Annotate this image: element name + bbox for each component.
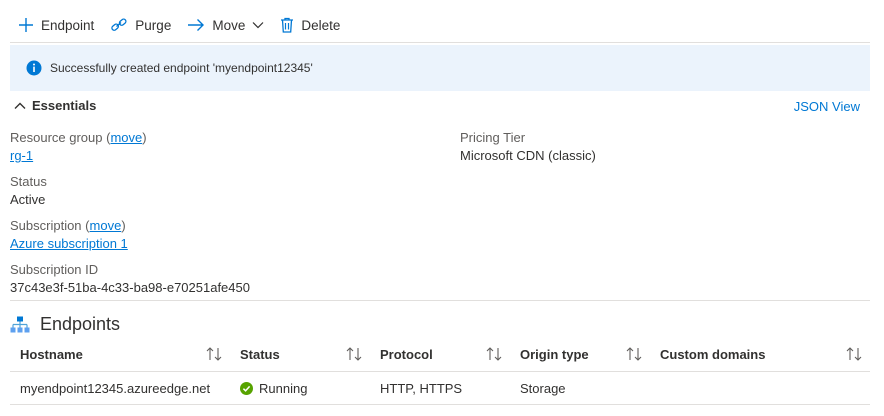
status-text: Running xyxy=(259,380,308,396)
column-header-status[interactable]: Status xyxy=(230,338,370,372)
status-field: Status Active xyxy=(10,173,47,209)
hostname-cell[interactable]: myendpoint12345.azureedge.net xyxy=(10,371,230,405)
add-endpoint-button[interactable]: Endpoint xyxy=(10,8,102,42)
resource-group-field: Resource group (move) rg-1 xyxy=(10,129,147,165)
essentials-divider xyxy=(10,300,870,301)
subscription-label: Subscription xyxy=(10,218,82,233)
hierarchy-icon xyxy=(10,316,30,334)
chevron-up-icon xyxy=(14,102,26,110)
table-header-row: Hostname Status Protocol Origin type Cus… xyxy=(10,338,870,372)
column-header-custom-domains[interactable]: Custom domains xyxy=(650,338,870,372)
resource-group-label: Resource group xyxy=(10,130,103,145)
pricing-tier-field: Pricing Tier Microsoft CDN (classic) xyxy=(460,129,596,165)
endpoints-title: Endpoints xyxy=(40,314,121,334)
resource-group-value-link[interactable]: rg-1 xyxy=(10,147,147,165)
column-header-hostname[interactable]: Hostname xyxy=(10,338,230,372)
page: Endpoint Purge Move Delete Successfully … xyxy=(0,0,884,416)
subscription-id-value: 37c43e3f-51ba-4c33-ba98-e70251afe450 xyxy=(10,280,250,295)
endpoints-header: Endpoints xyxy=(10,314,120,335)
sort-icon[interactable] xyxy=(206,347,222,361)
resource-group-label-row: Resource group (move) xyxy=(10,129,147,147)
subscription-field: Subscription (move) Azure subscription 1 xyxy=(10,217,128,253)
move-paren-close: ) xyxy=(142,130,147,145)
move-button-label: Move xyxy=(212,17,246,33)
subscription-label-row: Subscription (move) xyxy=(10,217,128,235)
move-button[interactable]: Move xyxy=(179,8,272,42)
delete-button[interactable]: Delete xyxy=(272,8,348,42)
sort-icon[interactable] xyxy=(486,347,502,361)
subscription-value-link[interactable]: Azure subscription 1 xyxy=(10,235,128,253)
status-value: Active xyxy=(10,192,46,207)
plus-icon xyxy=(18,17,34,33)
custom-domains-cell xyxy=(650,371,870,405)
check-circle-icon xyxy=(240,381,253,395)
resource-group-move-link[interactable]: move xyxy=(110,130,142,145)
essentials-title: Essentials xyxy=(32,98,97,113)
trash-icon xyxy=(280,17,294,33)
column-header-label: Status xyxy=(240,347,280,362)
status-label: Status xyxy=(10,174,47,189)
purge-button[interactable]: Purge xyxy=(102,8,179,42)
protocol-cell: HTTP, HTTPS xyxy=(370,371,510,405)
status-cell: Running xyxy=(230,371,370,405)
sort-icon[interactable] xyxy=(846,347,862,361)
subscription-move-link[interactable]: move xyxy=(90,218,122,233)
column-header-protocol[interactable]: Protocol xyxy=(370,338,510,372)
subscription-id-field: Subscription ID 37c43e3f-51ba-4c33-ba98-… xyxy=(10,261,250,297)
column-header-label: Origin type xyxy=(520,347,589,362)
info-icon xyxy=(26,60,42,76)
toolbar-divider xyxy=(10,42,870,43)
column-header-label: Protocol xyxy=(380,347,433,362)
json-view-link[interactable]: JSON View xyxy=(794,99,860,114)
endpoint-button-label: Endpoint xyxy=(41,17,95,33)
column-header-origin-type[interactable]: Origin type xyxy=(510,338,650,372)
sort-icon[interactable] xyxy=(626,347,642,361)
column-header-label: Hostname xyxy=(20,347,83,362)
subscription-id-label: Subscription ID xyxy=(10,262,99,277)
table-row[interactable]: myendpoint12345.azureedge.net Running HT… xyxy=(10,371,870,405)
essentials-toggle[interactable]: Essentials xyxy=(14,98,96,113)
subscription-paren-close: ) xyxy=(121,218,126,233)
endpoints-table: Hostname Status Protocol Origin type Cus… xyxy=(10,338,870,405)
sort-icon[interactable] xyxy=(346,347,362,361)
arrow-right-icon xyxy=(187,18,205,32)
pricing-tier-label: Pricing Tier xyxy=(460,130,526,145)
pricing-tier-value: Microsoft CDN (classic) xyxy=(460,148,596,163)
delete-button-label: Delete xyxy=(301,17,341,33)
command-bar: Endpoint Purge Move Delete xyxy=(10,8,348,42)
chevron-down-icon xyxy=(252,21,264,29)
column-header-label: Custom domains xyxy=(660,347,766,362)
link-icon xyxy=(110,17,128,33)
success-banner: Successfully created endpoint 'myendpoin… xyxy=(10,45,870,91)
purge-button-label: Purge xyxy=(135,17,172,33)
origin-type-cell: Storage xyxy=(510,371,650,405)
banner-message: Successfully created endpoint 'myendpoin… xyxy=(50,61,313,75)
